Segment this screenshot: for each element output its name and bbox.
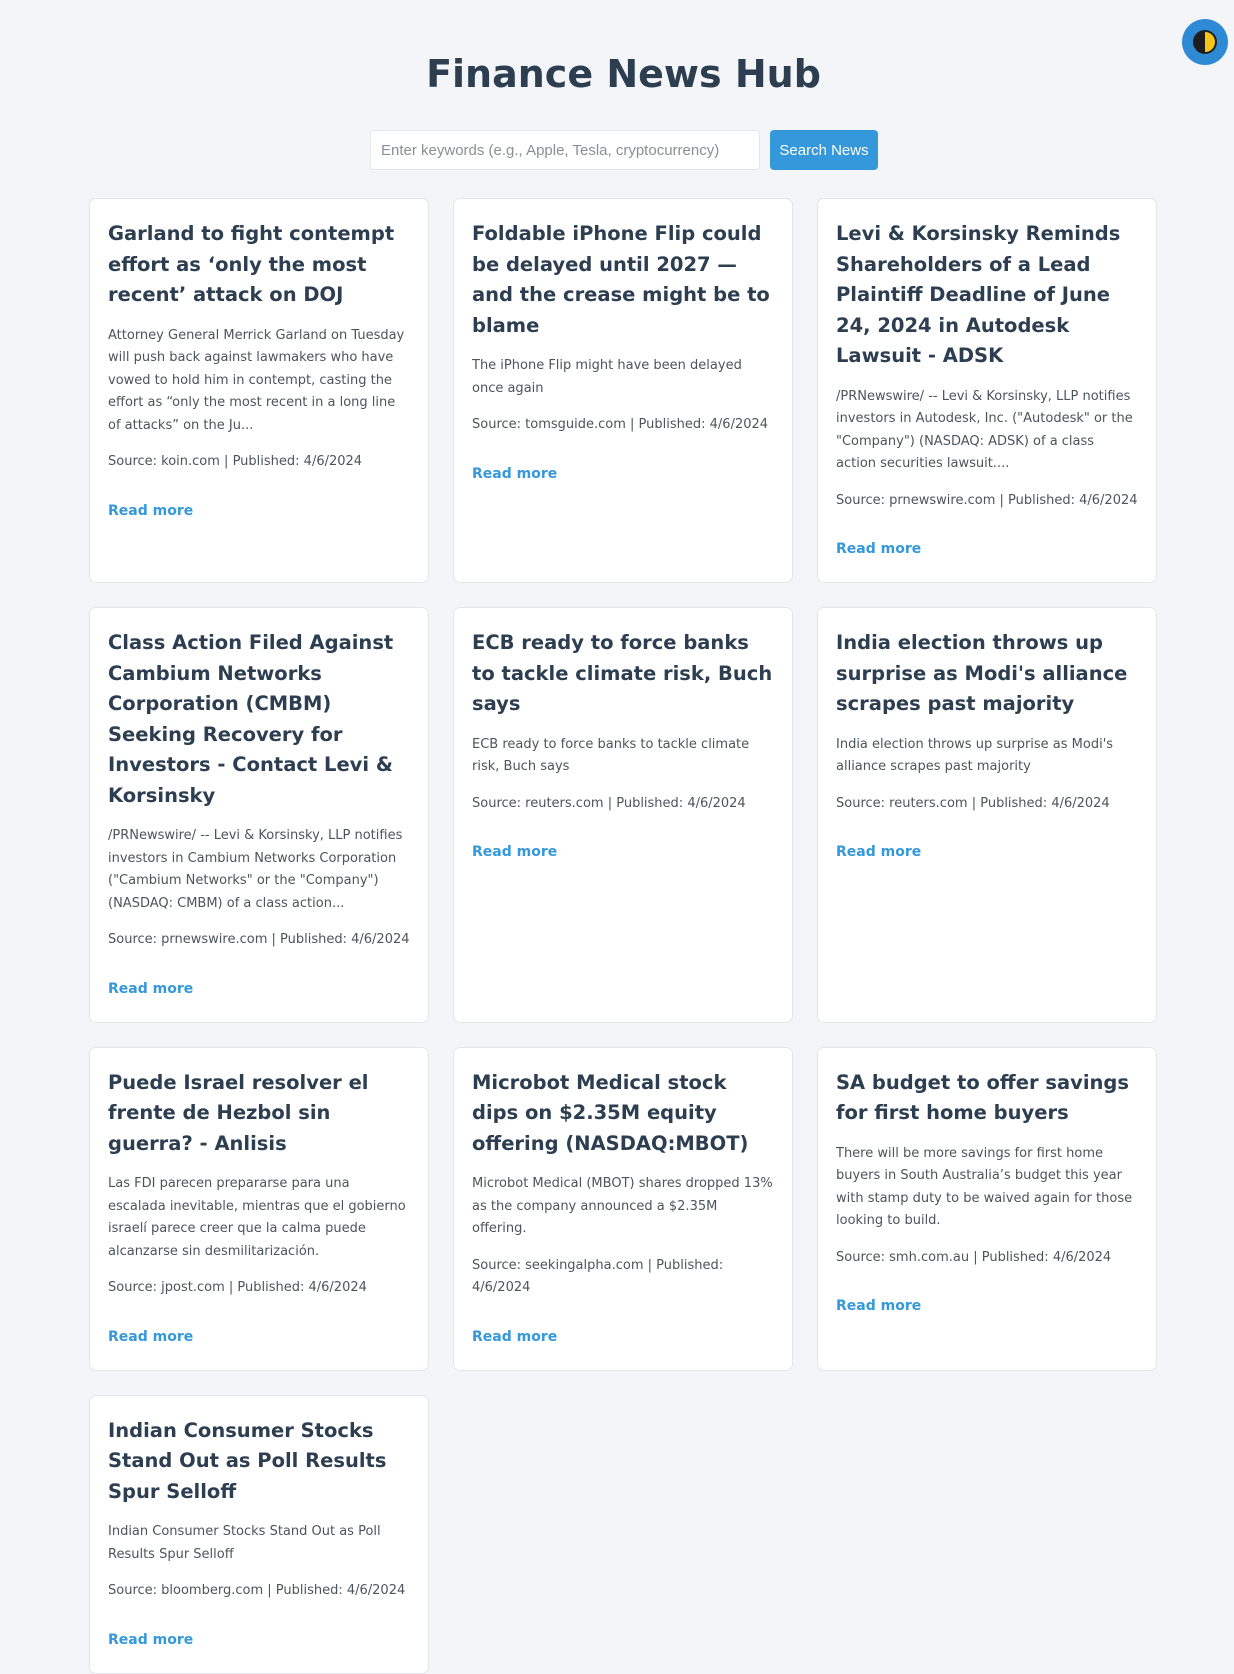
article-source-date: Source: prnewswire.com | Published: 4/6/… (108, 932, 410, 947)
read-more-link[interactable]: Read more (108, 1629, 410, 1651)
news-card: Puede Israel resolver el frente de Hezbo… (89, 1046, 429, 1371)
article-description: There will be more savings for first hom… (836, 1145, 1133, 1229)
article-description: /PRNewswire/ -- Levi & Korsinsky, LLP no… (108, 828, 403, 911)
search-input[interactable] (370, 130, 760, 170)
article-title: Levi & Korsinsky Reminds Shareholders of… (836, 222, 1121, 367)
news-card: Levi & Korsinsky Reminds Shareholders of… (817, 198, 1157, 583)
article-title: Class Action Filed Against Cambium Netwo… (108, 631, 394, 807)
article-source-date: Source: bloomberg.com | Published: 4/6/2… (108, 1583, 406, 1598)
read-more-link[interactable]: Read more (472, 1326, 774, 1348)
article-description: ECB ready to force banks to tackle clima… (472, 736, 750, 775)
article-source-date: Source: jpost.com | Published: 4/6/2024 (108, 1280, 367, 1295)
news-card: Indian Consumer Stocks Stand Out as Poll… (89, 1394, 429, 1674)
read-more-link[interactable]: Read more (472, 463, 774, 485)
read-more-link[interactable]: Read more (108, 500, 410, 522)
news-card: Class Action Filed Against Cambium Netwo… (89, 607, 429, 1023)
search-bar: Search News (370, 130, 878, 170)
read-more-link[interactable]: Read more (108, 978, 410, 1000)
article-description: Attorney General Merrick Garland on Tues… (108, 327, 405, 433)
article-description: The iPhone Flip might have been delayed … (472, 358, 742, 396)
article-source-date: Source: seekingalpha.com | Published: 4/… (472, 1257, 724, 1296)
read-more-link[interactable]: Read more (836, 1295, 1138, 1317)
article-description: Indian Consumer Stocks Stand Out as Poll… (108, 1524, 381, 1562)
article-source-date: Source: smh.com.au | Published: 4/6/2024 (836, 1249, 1112, 1265)
read-more-link[interactable]: Read more (836, 841, 1138, 863)
article-title: Garland to fight contempt effort as ‘onl… (108, 222, 395, 306)
article-title: India election throws up surprise as Mod… (836, 631, 1128, 715)
article-source-date: Source: prnewswire.com | Published: 4/6/… (836, 492, 1138, 508)
article-source-date: Source: reuters.com | Published: 4/6/202… (836, 795, 1110, 811)
news-grid: Garland to fight contempt effort as ‘onl… (89, 198, 1158, 1674)
news-card: SA budget to offer savings for first hom… (817, 1046, 1157, 1371)
news-card: Microbot Medical stock dips on $2.35M eq… (453, 1046, 793, 1371)
news-card: ECB ready to force banks to tackle clima… (453, 607, 793, 1023)
article-source-date: Source: koin.com | Published: 4/6/2024 (108, 454, 363, 469)
read-more-link[interactable]: Read more (836, 538, 1138, 560)
article-title: SA budget to offer savings for first hom… (836, 1070, 1129, 1125)
article-title: Foldable iPhone Flip could be delayed un… (472, 222, 770, 337)
article-source-date: Source: reuters.com | Published: 4/6/202… (472, 795, 746, 811)
read-more-link[interactable]: Read more (108, 1326, 410, 1348)
article-title: Indian Consumer Stocks Stand Out as Poll… (108, 1418, 387, 1503)
page-title: Finance News Hub (426, 52, 821, 96)
search-news-button[interactable]: Search News (770, 130, 878, 170)
article-source-date: Source: tomsguide.com | Published: 4/6/2… (472, 417, 769, 432)
article-description: /PRNewswire/ -- Levi & Korsinsky, LLP no… (836, 388, 1133, 472)
article-description: India election throws up surprise as Mod… (836, 736, 1114, 775)
read-more-link[interactable]: Read more (472, 841, 774, 863)
news-card: Garland to fight contempt effort as ‘onl… (89, 198, 429, 583)
article-title: ECB ready to force banks to tackle clima… (472, 631, 773, 715)
article-title: Puede Israel resolver el frente de Hezbo… (108, 1070, 369, 1155)
article-description: Las FDI parecen prepararse para una esca… (108, 1176, 406, 1259)
news-card: India election throws up surprise as Mod… (817, 607, 1157, 1023)
news-card: Foldable iPhone Flip could be delayed un… (453, 198, 793, 583)
article-title: Microbot Medical stock dips on $2.35M eq… (472, 1070, 749, 1155)
article-description: Microbot Medical (MBOT) shares dropped 1… (472, 1176, 773, 1236)
